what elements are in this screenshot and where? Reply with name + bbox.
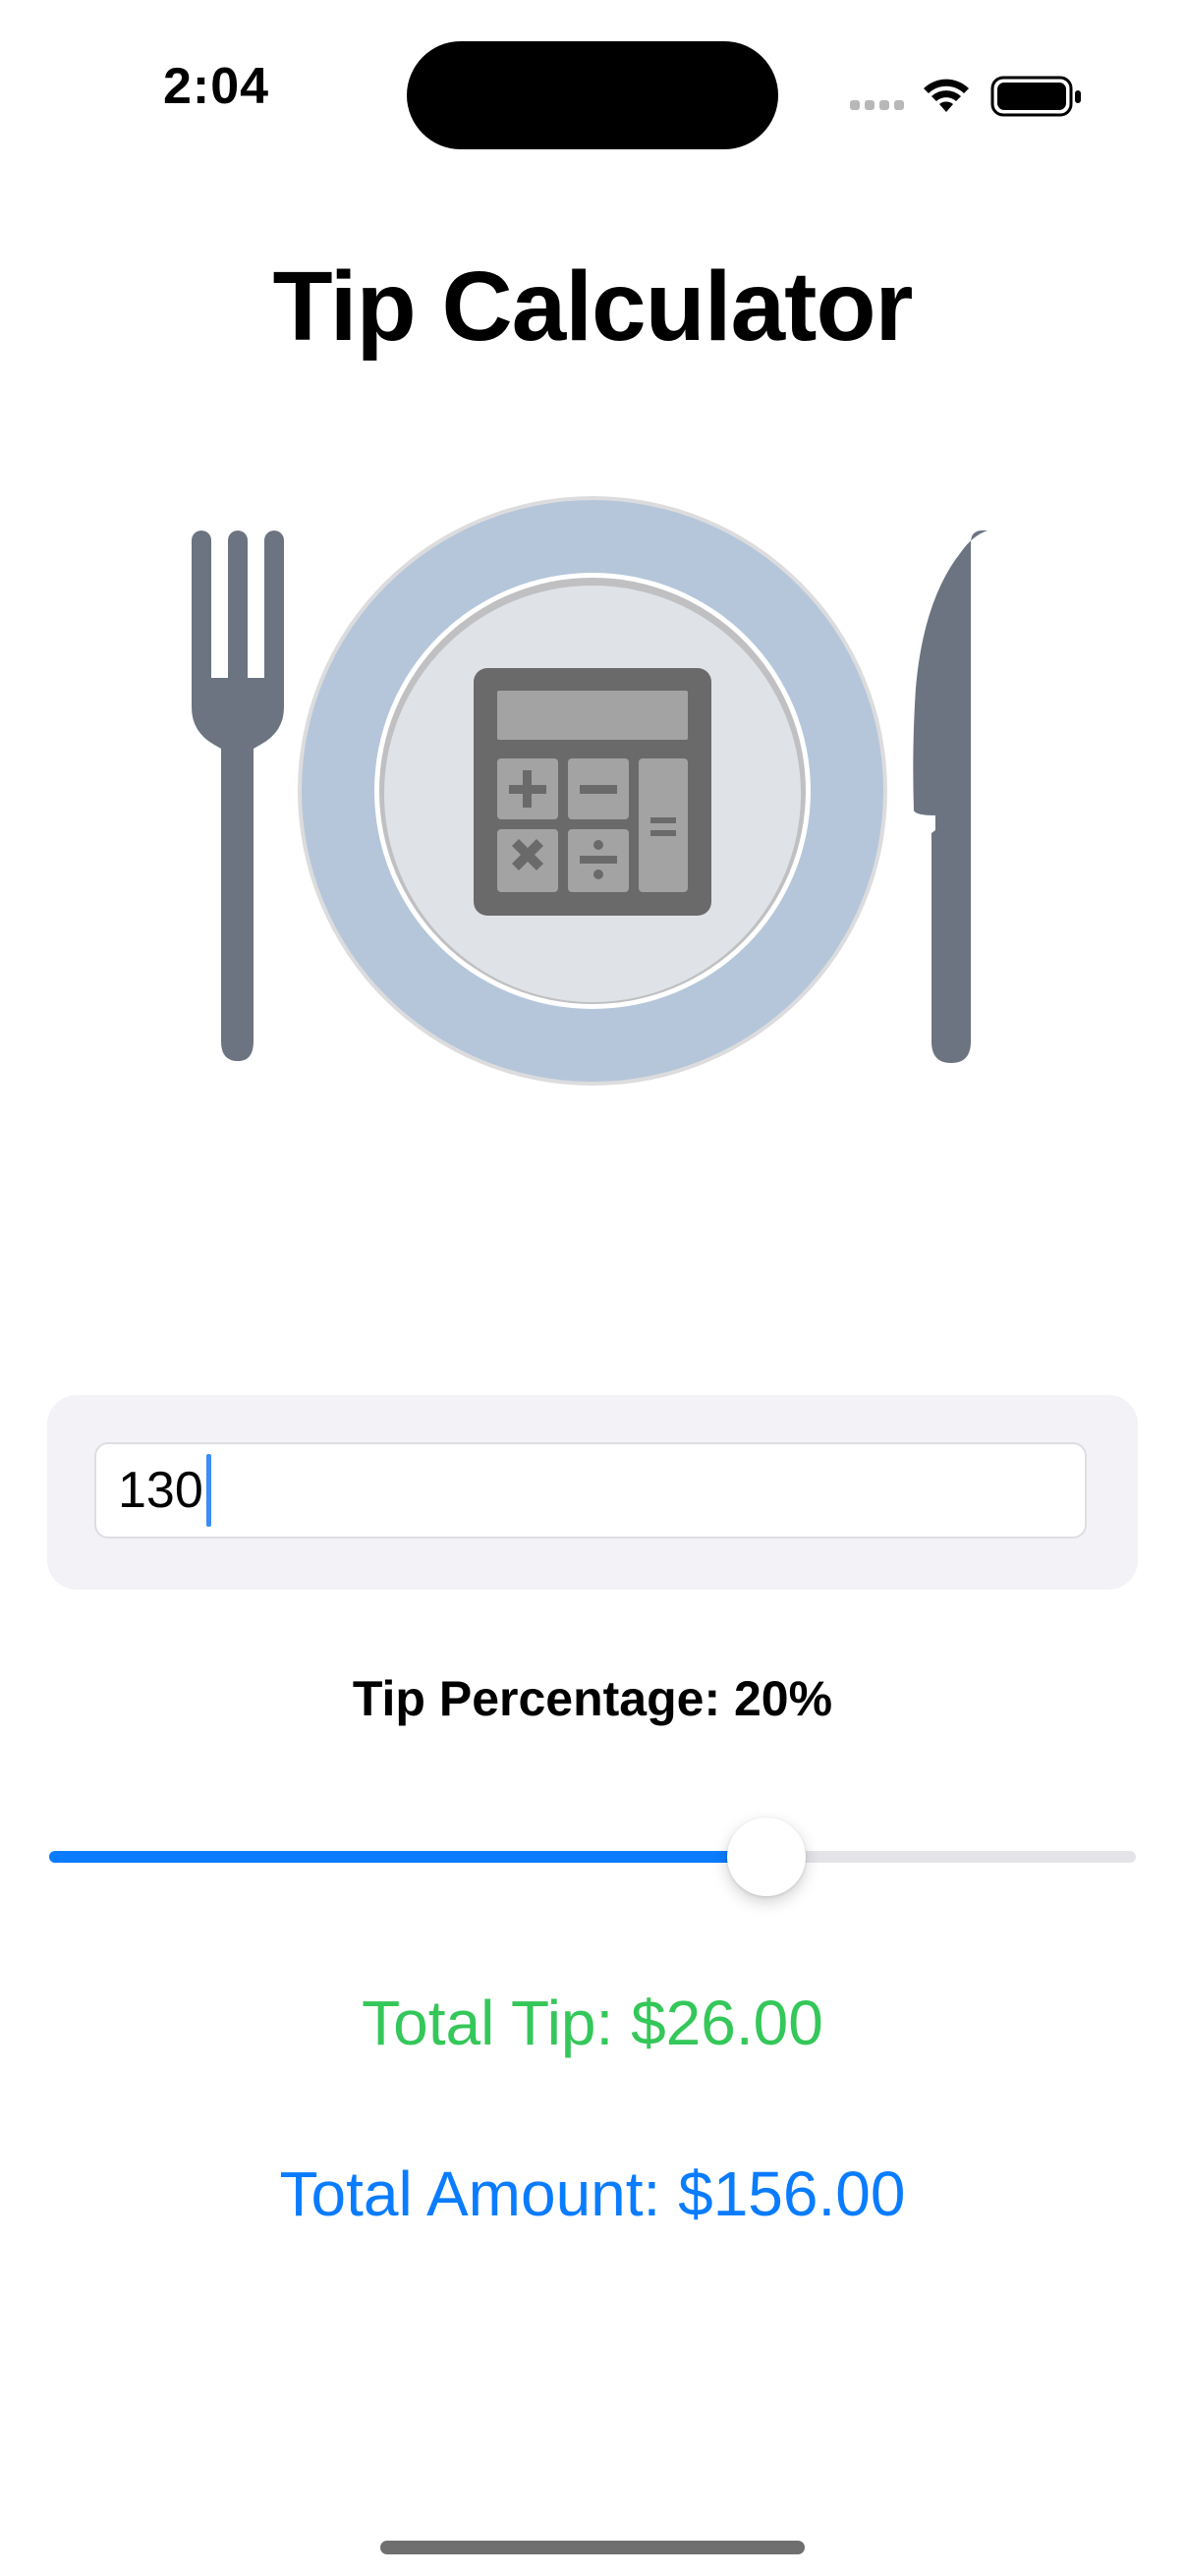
bill-amount-input[interactable]: 130 [94, 1442, 1087, 1539]
status-time: 2:04 [162, 58, 270, 115]
tip-illustration [177, 491, 1008, 1100]
fork-icon [192, 531, 284, 1061]
text-caret [205, 1454, 211, 1527]
calculator-icon [474, 668, 711, 916]
slider-thumb[interactable] [726, 1818, 806, 1896]
cellular-signal-icon [850, 100, 904, 110]
bill-amount-value: 130 [118, 1462, 203, 1519]
battery-icon [990, 76, 1081, 117]
dynamic-island [407, 41, 778, 149]
wifi-icon [924, 79, 969, 112]
total-tip-label: Total Tip: $26.00 [362, 1988, 823, 2058]
total-amount-label: Total Amount: $156.00 [279, 2158, 906, 2229]
tip-percentage-slider[interactable] [49, 1808, 1136, 1906]
status-icons [845, 69, 1091, 118]
tip-percentage-label: Tip Percentage: 20% [352, 1671, 833, 1726]
slider-fill [49, 1851, 766, 1863]
home-indicator [380, 2541, 805, 2554]
knife-icon [913, 530, 988, 1063]
page-title: Tip Calculator [272, 252, 914, 362]
bill-input-card: 130 [47, 1395, 1138, 1590]
